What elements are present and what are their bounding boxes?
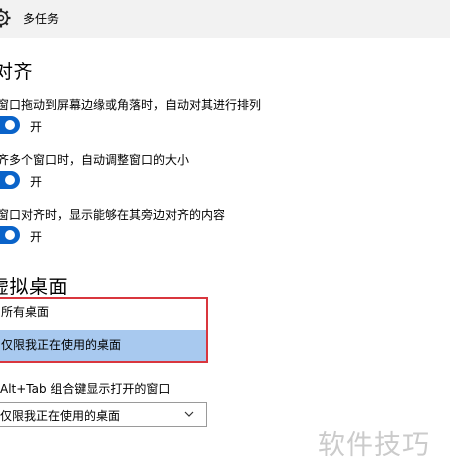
title-bar: 多任务: [0, 0, 450, 38]
watermark: 软件技巧: [318, 430, 430, 461]
taskbar-desktops-dropdown-list: 所有桌面 仅限我正在使用的桌面: [0, 297, 208, 363]
dropdown-option-current-desktop[interactable]: 仅限我正在使用的桌面: [0, 330, 206, 361]
snap-heading: 对齐: [0, 61, 34, 83]
virtual-desktops-heading: 虚拟桌面: [0, 276, 69, 298]
toggle-knob: [5, 175, 15, 185]
toggle-knob: [5, 120, 15, 130]
window-title: 多任务: [23, 12, 60, 26]
toggle-knob: [5, 230, 15, 240]
alt-tab-select[interactable]: 仅限我正在使用的桌面: [0, 402, 207, 427]
snap-option-1-description: 窗口拖动到屏幕边缘或角落时，自动对其进行排列: [0, 98, 262, 112]
snap-option-3-state: 开: [30, 230, 43, 244]
snap-option-2-state: 开: [30, 175, 43, 189]
snap-option-3-toggle[interactable]: [0, 226, 20, 244]
chevron-down-icon: [184, 411, 194, 417]
dropdown-option-all-desktops[interactable]: 所有桌面: [0, 299, 206, 330]
gear-icon: [0, 8, 11, 28]
snap-option-1-state: 开: [30, 120, 43, 134]
snap-option-3-description: 窗口对齐时，显示能够在其旁边对齐的内容: [0, 208, 226, 222]
alt-tab-select-value: 仅限我正在使用的桌面: [0, 409, 121, 423]
snap-option-1-toggle[interactable]: [0, 116, 20, 134]
snap-option-2-toggle[interactable]: [0, 171, 20, 189]
snap-option-2-description: 齐多个窗口时，自动调整窗口的大小: [0, 153, 190, 167]
alt-tab-label: Alt+Tab 组合键显示打开的窗口: [0, 382, 171, 396]
